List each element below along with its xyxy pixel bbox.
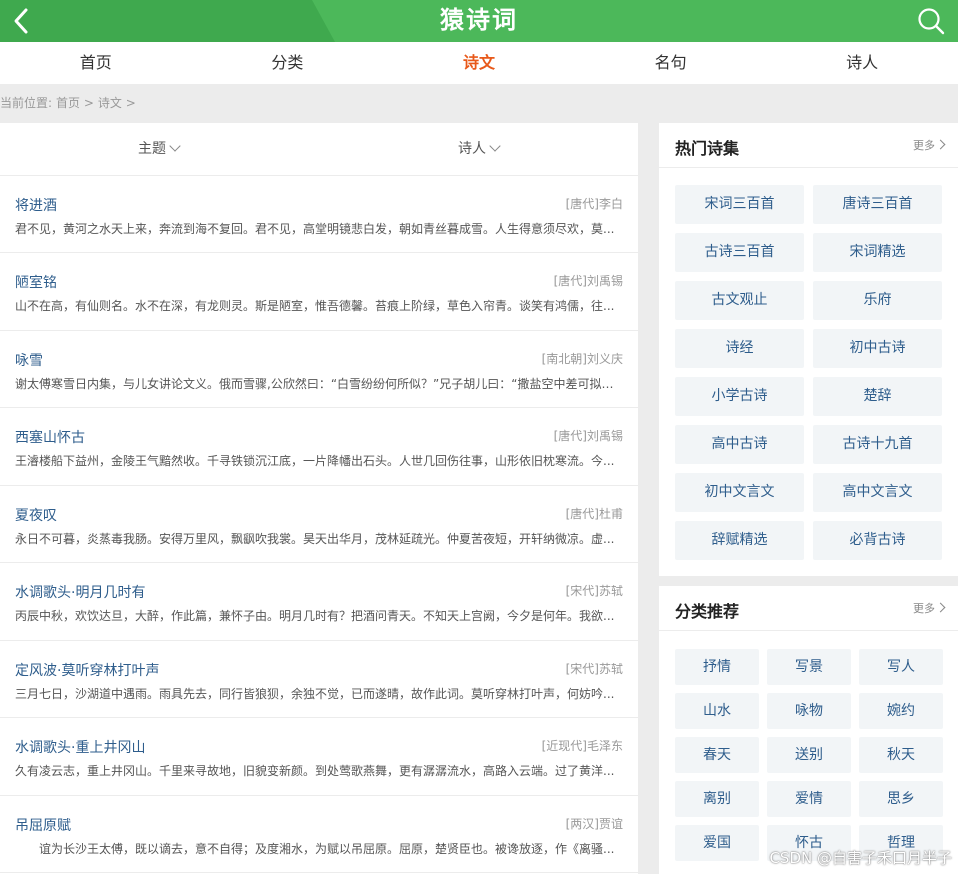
poem-excerpt: 王濬楼船下益州，金陵王气黯然收。千寻铁锁沉江底，一片降幡出石头。人世几回伤往事，… — [15, 454, 615, 468]
more-label: 更多 — [913, 139, 935, 152]
app-title: 猿诗词 — [440, 6, 518, 34]
collection-chip[interactable]: 高中古诗 — [675, 425, 804, 464]
top-bar: 猿诗词 — [0, 0, 958, 42]
poem-title[interactable]: 将进酒 — [15, 195, 57, 215]
poem-author: [南北朝]刘义庆 — [541, 352, 623, 366]
poem-title[interactable]: 吊屈原赋 — [15, 815, 71, 835]
nav-item-category[interactable]: 分类 — [192, 42, 384, 84]
collection-chip[interactable]: 古诗十九首 — [813, 425, 942, 464]
poem-author: [近现代]毛泽东 — [541, 739, 623, 753]
poem-excerpt: 君不见，黄河之水天上来，奔流到海不复回。君不见，高堂明镜悲白发，朝如青丝暮成雪。… — [15, 222, 615, 236]
poem-author: [唐代]刘禹锡 — [553, 274, 623, 288]
chevron-down-icon — [169, 140, 181, 152]
main-nav: 首页 分类 诗文 名句 诗人 — [0, 42, 958, 84]
collection-chip[interactable]: 初中文言文 — [675, 473, 804, 512]
breadcrumb-current[interactable]: 诗文 > — [98, 96, 136, 110]
nav-item-poems[interactable]: 诗文 — [383, 42, 575, 84]
nav-item-quotes[interactable]: 名句 — [575, 42, 767, 84]
poem-title[interactable]: 水调歌头·明月几时有 — [15, 582, 145, 602]
collection-chip[interactable]: 必背古诗 — [813, 521, 942, 560]
category-chip[interactable]: 抒情 — [675, 649, 759, 685]
poem-author: [宋代]苏轼 — [565, 584, 623, 598]
collection-chip[interactable]: 辞赋精选 — [675, 521, 804, 560]
chevron-right-icon — [935, 139, 946, 150]
poem-excerpt: 丙辰中秋，欢饮达旦，大醉，作此篇，兼怀子由。明月几时有？把酒问青天。不知天上宫阙… — [15, 609, 615, 623]
category-chip[interactable]: 婉约 — [859, 693, 943, 729]
poem-excerpt: 久有凌云志，重上井冈山。千里来寻故地，旧貌变新颜。到处莺歌燕舞，更有潺潺流水，高… — [15, 764, 615, 778]
poet-filter[interactable]: 诗人 — [458, 123, 501, 175]
theme-filter[interactable]: 主题 — [138, 123, 181, 175]
theme-filter-label: 主题 — [138, 141, 166, 157]
collection-chip[interactable]: 古文观止 — [675, 281, 804, 320]
poem-author: [两汉]贾谊 — [565, 817, 623, 831]
poem-author: [唐代]杜甫 — [565, 507, 623, 521]
category-chip[interactable]: 送别 — [767, 737, 851, 773]
collection-chip[interactable]: 初中古诗 — [813, 329, 942, 368]
collection-chip[interactable]: 乐府 — [813, 281, 942, 320]
chevron-down-icon — [489, 140, 501, 152]
poem-title[interactable]: 定风波·莫听穿林打叶声 — [15, 660, 159, 680]
list-item[interactable]: 陋室铭 [唐代]刘禹锡 山不在高，有仙则名。水不在深，有龙则灵。斯是陋室，惟吾德… — [0, 253, 638, 331]
hot-collections-more-link[interactable]: 更多 — [913, 137, 946, 153]
breadcrumb-prefix: 当前位置: — [0, 96, 53, 110]
collection-chip[interactable]: 楚辞 — [813, 377, 942, 416]
nav-item-poets[interactable]: 诗人 — [766, 42, 958, 84]
list-item[interactable]: 水调歌头·明月几时有 [宋代]苏轼 丙辰中秋，欢饮达旦，大醉，作此篇，兼怀子由。… — [0, 563, 638, 641]
collection-chip[interactable]: 宋词三百首 — [675, 185, 804, 224]
category-recommend-more-link[interactable]: 更多 — [913, 600, 946, 616]
category-chip[interactable]: 思乡 — [859, 781, 943, 817]
poet-filter-label: 诗人 — [458, 141, 486, 157]
filter-bar: 主题 诗人 — [0, 123, 638, 176]
category-chip[interactable]: 山水 — [675, 693, 759, 729]
poem-author: [唐代]李白 — [565, 197, 623, 211]
hot-collections-title: 热门诗集 — [675, 139, 740, 158]
category-chip[interactable]: 秋天 — [859, 737, 943, 773]
poem-excerpt: 谢太傅寒雪日内集，与儿女讲论文义。俄而雪骤,公欣然曰：“白雪纷纷何所似？”兄子胡… — [15, 377, 623, 391]
hot-collections-panel: 热门诗集 更多 宋词三百首 唐诗三百首 古诗三百首 宋词精选 古文观止 乐府 诗经 初中古诗小… — [659, 123, 958, 576]
poem-excerpt: 三月七日，沙湖道中遇雨。雨具先去，同行皆狼狈，余独不觉，已而遂晴，故作此词。莫听… — [15, 687, 615, 701]
category-chip[interactable]: 爱国 — [675, 825, 759, 861]
hot-collections-header: 热门诗集 更多 — [659, 123, 958, 168]
category-recommend-header: 分类推荐 更多 — [659, 586, 958, 631]
poem-excerpt: 谊为长沙王太傅，既以谪去，意不自得；及度湘水，为赋以吊屈原。屈原，楚贤臣也。被谗… — [39, 842, 615, 856]
collection-chip[interactable]: 宋词精选 — [813, 233, 942, 272]
collection-chip[interactable]: 高中文言文 — [813, 473, 942, 512]
watermark: CSDN @自害子禾口月半子 — [769, 849, 952, 867]
poem-title[interactable]: 西塞山怀古 — [15, 427, 85, 447]
breadcrumb-home[interactable]: 首页 > — [56, 96, 94, 110]
list-item[interactable]: 定风波·莫听穿林打叶声 [宋代]苏轼 三月七日，沙湖道中遇雨。雨具先去，同行皆狼… — [0, 641, 638, 718]
poem-excerpt: 山不在高，有仙则名。水不在深，有龙则灵。斯是陋室，惟吾德馨。苔痕上阶绿，草色入帘… — [15, 299, 615, 313]
breadcrumb: 当前位置: 首页 > 诗文 > — [0, 95, 140, 111]
poem-title[interactable]: 咏雪 — [15, 350, 43, 370]
category-chip[interactable]: 离别 — [675, 781, 759, 817]
collection-chip[interactable]: 古诗三百首 — [675, 233, 804, 272]
poem-title[interactable]: 水调歌头·重上井冈山 — [15, 737, 145, 757]
category-recommend-panel: 分类推荐 更多 抒情 写景 写人 山水 咏物 婉约 春天 送别 秋天 离别 爱情 思乡 爱国 怀古 哲理 — [659, 586, 958, 874]
list-item[interactable]: 吊屈原赋 [两汉]贾谊 谊为长沙王太傅，既以谪去，意不自得；及度湘水，为赋以吊屈… — [0, 796, 638, 873]
list-item[interactable]: 西塞山怀古 [唐代]刘禹锡 王濬楼船下益州，金陵王气黯然收。千寻铁锁沉江底，一片… — [0, 408, 638, 486]
poem-author: [唐代]刘禹锡 — [553, 429, 623, 443]
collection-chip[interactable]: 唐诗三百首 — [813, 185, 942, 224]
category-chip[interactable]: 写景 — [767, 649, 851, 685]
search-icon[interactable] — [916, 6, 946, 36]
list-item[interactable]: 将进酒 [唐代]李白 君不见，黄河之水天上来，奔流到海不复回。君不见，高堂明镜悲… — [0, 176, 638, 253]
category-chip[interactable]: 咏物 — [767, 693, 851, 729]
list-item[interactable]: 水调歌头·重上井冈山 [近现代]毛泽东 久有凌云志，重上井冈山。千里来寻故地，旧… — [0, 718, 638, 796]
collection-chip[interactable]: 小学古诗 — [675, 377, 804, 416]
poem-list-panel: 主题 诗人 将进酒 [唐代]李白 君不见，黄河之水天上来，奔流到海不复回。君不见… — [0, 123, 638, 874]
category-chip[interactable]: 写人 — [859, 649, 943, 685]
category-recommend-title: 分类推荐 — [675, 602, 740, 621]
list-item[interactable]: 夏夜叹 [唐代]杜甫 永日不可暮，炎蒸毒我肠。安得万里风，飘飖吹我裳。昊天出华月… — [0, 486, 638, 563]
poem-author: [宋代]苏轼 — [565, 662, 623, 676]
category-chip[interactable]: 春天 — [675, 737, 759, 773]
collection-chip[interactable]: 诗经 — [675, 329, 804, 368]
more-label: 更多 — [913, 602, 935, 615]
poem-title[interactable]: 夏夜叹 — [15, 505, 57, 525]
poem-excerpt: 永日不可暮，炎蒸毒我肠。安得万里风，飘飖吹我裳。昊天出华月，茂林延疏光。仲夏苦夜… — [15, 532, 615, 546]
chevron-right-icon — [935, 602, 946, 613]
list-item[interactable]: 咏雪 [南北朝]刘义庆 谢太傅寒雪日内集，与儿女讲论文义。俄而雪骤,公欣然曰：“… — [0, 331, 638, 408]
nav-item-home[interactable]: 首页 — [0, 42, 192, 84]
poem-title[interactable]: 陋室铭 — [15, 272, 57, 292]
category-chip[interactable]: 爱情 — [767, 781, 851, 817]
